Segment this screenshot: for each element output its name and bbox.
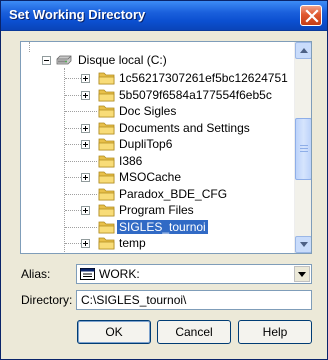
expand-toggle[interactable] xyxy=(81,239,90,248)
tree-connector xyxy=(65,177,81,178)
folder-icon xyxy=(98,89,115,102)
alias-value: WORK: xyxy=(99,267,140,281)
tree-node-label: Program Files xyxy=(119,203,194,217)
folder-icon xyxy=(98,105,115,118)
help-button[interactable]: Help xyxy=(238,320,312,344)
tree-connector xyxy=(65,144,81,145)
tree-node-folder[interactable]: temp xyxy=(21,235,295,251)
tree-node-folder[interactable]: 5b5079f6584a177554f6eb5c xyxy=(21,87,295,103)
alias-dropdown[interactable]: WORK: xyxy=(76,264,312,284)
tree-node-label: Paradox_BDE_CFG xyxy=(119,187,228,201)
folder-icon xyxy=(98,237,115,250)
tree-node-label: temp xyxy=(119,236,146,250)
folder-icon xyxy=(98,204,115,217)
directory-tree[interactable]: Disque local (C:) 1c56217307261ef5bc1262… xyxy=(20,41,312,254)
tree-connector xyxy=(65,95,81,96)
alias-label: Alias: xyxy=(21,267,51,281)
ok-button[interactable]: OK xyxy=(77,320,151,344)
tree-connector xyxy=(65,128,81,129)
tree-node-folder[interactable]: DupliTop6 xyxy=(21,136,295,152)
arrow-up-icon xyxy=(300,48,308,53)
tree-node-label: Doc Sigles xyxy=(119,104,177,118)
tree-connector xyxy=(65,161,97,162)
arrow-down-icon xyxy=(300,242,308,247)
tree-node-label: Disque local (C:) xyxy=(78,53,167,67)
tree-node-folder[interactable]: MSOCache xyxy=(21,169,295,185)
expand-toggle[interactable] xyxy=(81,206,90,215)
tree-node-folder[interactable]: Paradox_BDE_CFG xyxy=(21,186,295,202)
folder-icon xyxy=(98,171,115,184)
tree-node-label: 5b5079f6584a177554f6eb5c xyxy=(119,88,272,102)
close-icon xyxy=(305,9,319,23)
tree-node-drive-c[interactable]: Disque local (C:) xyxy=(21,52,221,68)
tree-node-folder[interactable]: Documents and Settings xyxy=(21,120,295,136)
tree-node-folder[interactable]: WINDOWS xyxy=(21,252,295,253)
cancel-button[interactable]: Cancel xyxy=(157,320,231,344)
folder-icon xyxy=(98,72,115,85)
scroll-down-button[interactable] xyxy=(295,236,311,253)
tree-node-folder[interactable]: I386 xyxy=(21,153,295,169)
tree-node-folder[interactable]: 1c56217307261ef5bc12624751 xyxy=(21,70,295,86)
hard-drive-icon xyxy=(56,55,72,65)
directory-label: Directory: xyxy=(21,293,73,307)
tree-node-label: SIGLES_tournoi xyxy=(117,220,208,234)
tree-connector xyxy=(65,194,97,195)
folder-icon xyxy=(98,122,115,135)
folder-icon xyxy=(98,138,115,151)
directory-tree-content[interactable]: Disque local (C:) 1c56217307261ef5bc1262… xyxy=(21,42,295,253)
tree-node-label: DupliTop6 xyxy=(119,137,173,151)
tree-connector xyxy=(65,243,81,244)
expand-toggle[interactable] xyxy=(81,140,90,149)
alias-dropdown-button[interactable] xyxy=(294,266,310,282)
tree-node-label: MSOCache xyxy=(119,170,182,184)
tree-connector xyxy=(65,210,81,211)
scroll-thumb[interactable] xyxy=(295,118,311,180)
expand-toggle[interactable] xyxy=(81,91,90,100)
expand-toggle[interactable] xyxy=(81,74,90,83)
tree-node-folder[interactable]: SIGLES_tournoi xyxy=(21,219,295,235)
close-button[interactable] xyxy=(300,5,322,26)
alias-icon xyxy=(80,268,95,280)
expand-toggle[interactable] xyxy=(81,124,90,133)
directory-value: C:\SIGLES_tournoi\ xyxy=(81,293,187,307)
tree-connector xyxy=(65,227,97,228)
title-bar[interactable]: Set Working Directory xyxy=(1,1,327,31)
tree-connector xyxy=(29,42,30,52)
tree-node-label: 1c56217307261ef5bc12624751 xyxy=(119,71,288,85)
set-working-directory-dialog: Set Working Directory Disque local (C:) xyxy=(0,0,328,360)
chevron-down-icon xyxy=(298,272,306,277)
directory-field[interactable]: C:\SIGLES_tournoi\ xyxy=(76,290,312,310)
tree-node-label: I386 xyxy=(119,154,143,168)
tree-node-folder[interactable]: Doc Sigles xyxy=(21,103,295,119)
tree-connector xyxy=(65,111,97,112)
tree-scrollbar[interactable] xyxy=(294,42,311,253)
expand-toggle[interactable] xyxy=(81,173,90,182)
folder-icon xyxy=(98,221,115,234)
tree-node-folder[interactable]: Program Files xyxy=(21,202,295,218)
collapse-toggle[interactable] xyxy=(42,56,51,65)
tree-node-label: Documents and Settings xyxy=(119,121,250,135)
folder-icon xyxy=(98,188,115,201)
tree-connector xyxy=(65,78,81,79)
scroll-up-button[interactable] xyxy=(295,42,311,59)
folder-icon xyxy=(98,155,115,168)
dialog-title: Set Working Directory xyxy=(9,7,146,22)
